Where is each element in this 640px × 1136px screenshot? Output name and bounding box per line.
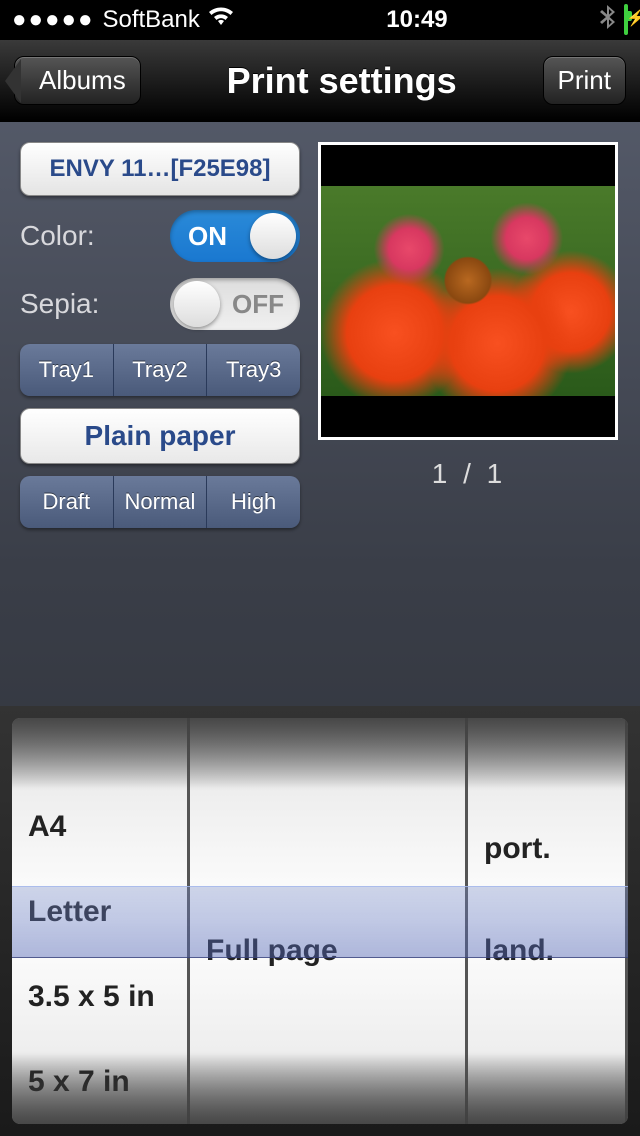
page-title: Print settings <box>227 60 457 102</box>
picker-item[interactable]: land. <box>468 900 625 1002</box>
printer-select-button[interactable]: ENVY 11…[F25E98] <box>20 142 300 196</box>
color-toggle[interactable]: ON <box>170 210 300 262</box>
quality-high-button[interactable]: High <box>207 476 300 528</box>
clock: 10:49 <box>386 6 447 34</box>
preview-image <box>321 186 615 396</box>
tray-segment: Tray1 Tray2 Tray3 <box>20 344 300 396</box>
status-bar: ●●●●● SoftBank 10:49 ⚡ <box>0 0 640 40</box>
toggle-knob <box>174 281 220 327</box>
quality-draft-button[interactable]: Draft <box>20 476 114 528</box>
toggle-knob <box>250 213 296 259</box>
tray3-button[interactable]: Tray3 <box>207 344 300 396</box>
wifi-icon <box>208 6 234 34</box>
picker-item[interactable]: A4 <box>12 785 187 870</box>
quality-segment: Draft Normal High <box>20 476 300 528</box>
nav-bar: Albums Print settings Print <box>0 40 640 122</box>
quality-normal-button[interactable]: Normal <box>114 476 208 528</box>
picker-panel: A4 Letter 3.5 x 5 in 5 x 7 in Full page … <box>0 706 640 1136</box>
signal-dots-icon: ●●●●● <box>12 6 94 34</box>
picker-item[interactable]: 5 x 7 in <box>12 1039 187 1124</box>
carrier-label: SoftBank <box>102 6 199 34</box>
picker-item[interactable]: Letter <box>12 869 187 954</box>
picker-item[interactable]: Full page <box>190 900 465 1002</box>
picker-item <box>190 798 465 900</box>
sepia-toggle[interactable]: OFF <box>170 278 300 330</box>
page-counter: 1 / 1 <box>318 458 620 490</box>
bluetooth-icon <box>600 5 616 35</box>
picker-item[interactable]: 3.5 x 5 in <box>12 954 187 1039</box>
print-preview[interactable] <box>318 142 618 440</box>
charging-icon: ⚡ <box>626 8 640 28</box>
sepia-label: Sepia: <box>20 288 99 320</box>
paper-type-button[interactable]: Plain paper <box>20 408 300 464</box>
picker-item[interactable]: port. <box>468 798 625 900</box>
size-picker[interactable]: A4 Letter 3.5 x 5 in 5 x 7 in <box>12 718 190 1124</box>
print-button[interactable]: Print <box>543 56 626 105</box>
layout-picker[interactable]: Full page <box>190 718 468 1124</box>
tray2-button[interactable]: Tray2 <box>114 344 208 396</box>
color-label: Color: <box>20 220 95 252</box>
tray1-button[interactable]: Tray1 <box>20 344 114 396</box>
back-button[interactable]: Albums <box>14 56 141 105</box>
orientation-picker[interactable]: port. land. <box>468 718 628 1124</box>
